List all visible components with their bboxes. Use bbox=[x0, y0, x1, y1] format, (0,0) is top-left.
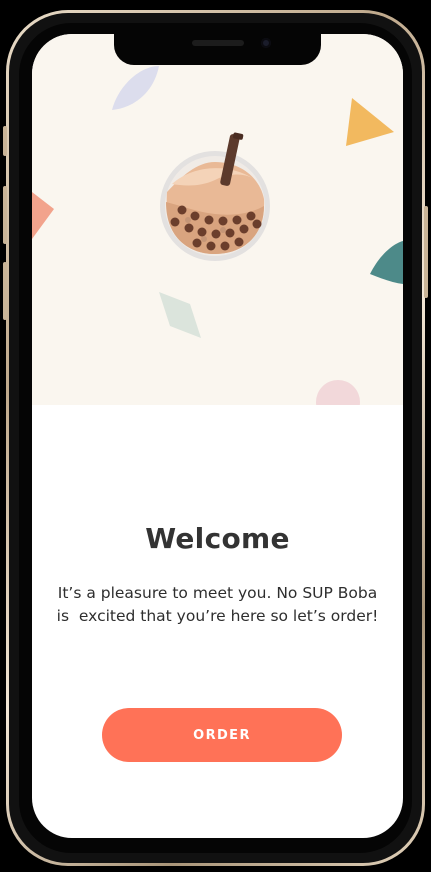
confetti-shapes bbox=[32, 66, 403, 405]
welcome-title: Welcome bbox=[145, 522, 290, 555]
app-screen: Welcome It’s a pleasure to meet you. No … bbox=[32, 34, 403, 838]
yellow-triangle-shape bbox=[346, 98, 394, 146]
welcome-message-line-2: is excited that you’re here so let’s ord… bbox=[56, 607, 379, 625]
teal-leaf-shape bbox=[370, 241, 403, 284]
welcome-message: It’s a pleasure to meet you. No SUP Boba… bbox=[50, 582, 385, 628]
mint-diamond-shape bbox=[159, 292, 201, 338]
power-button bbox=[424, 206, 428, 298]
volume-up-button bbox=[3, 186, 7, 244]
welcome-message-line-1: It’s a pleasure to meet you. No SUP Boba bbox=[57, 584, 378, 602]
camera-notch bbox=[114, 34, 321, 65]
volume-down-button bbox=[3, 262, 7, 320]
order-button[interactable]: ORDER bbox=[102, 708, 342, 762]
boba-tea-cup-icon bbox=[160, 132, 270, 261]
hero-illustration bbox=[32, 34, 403, 405]
earpiece-speaker bbox=[192, 40, 244, 46]
pink-circle-shape bbox=[316, 380, 360, 405]
peach-diamond-shape bbox=[32, 192, 54, 239]
mute-switch bbox=[3, 126, 7, 156]
lavender-leaf-shape bbox=[112, 66, 159, 110]
front-camera-icon bbox=[261, 38, 271, 48]
